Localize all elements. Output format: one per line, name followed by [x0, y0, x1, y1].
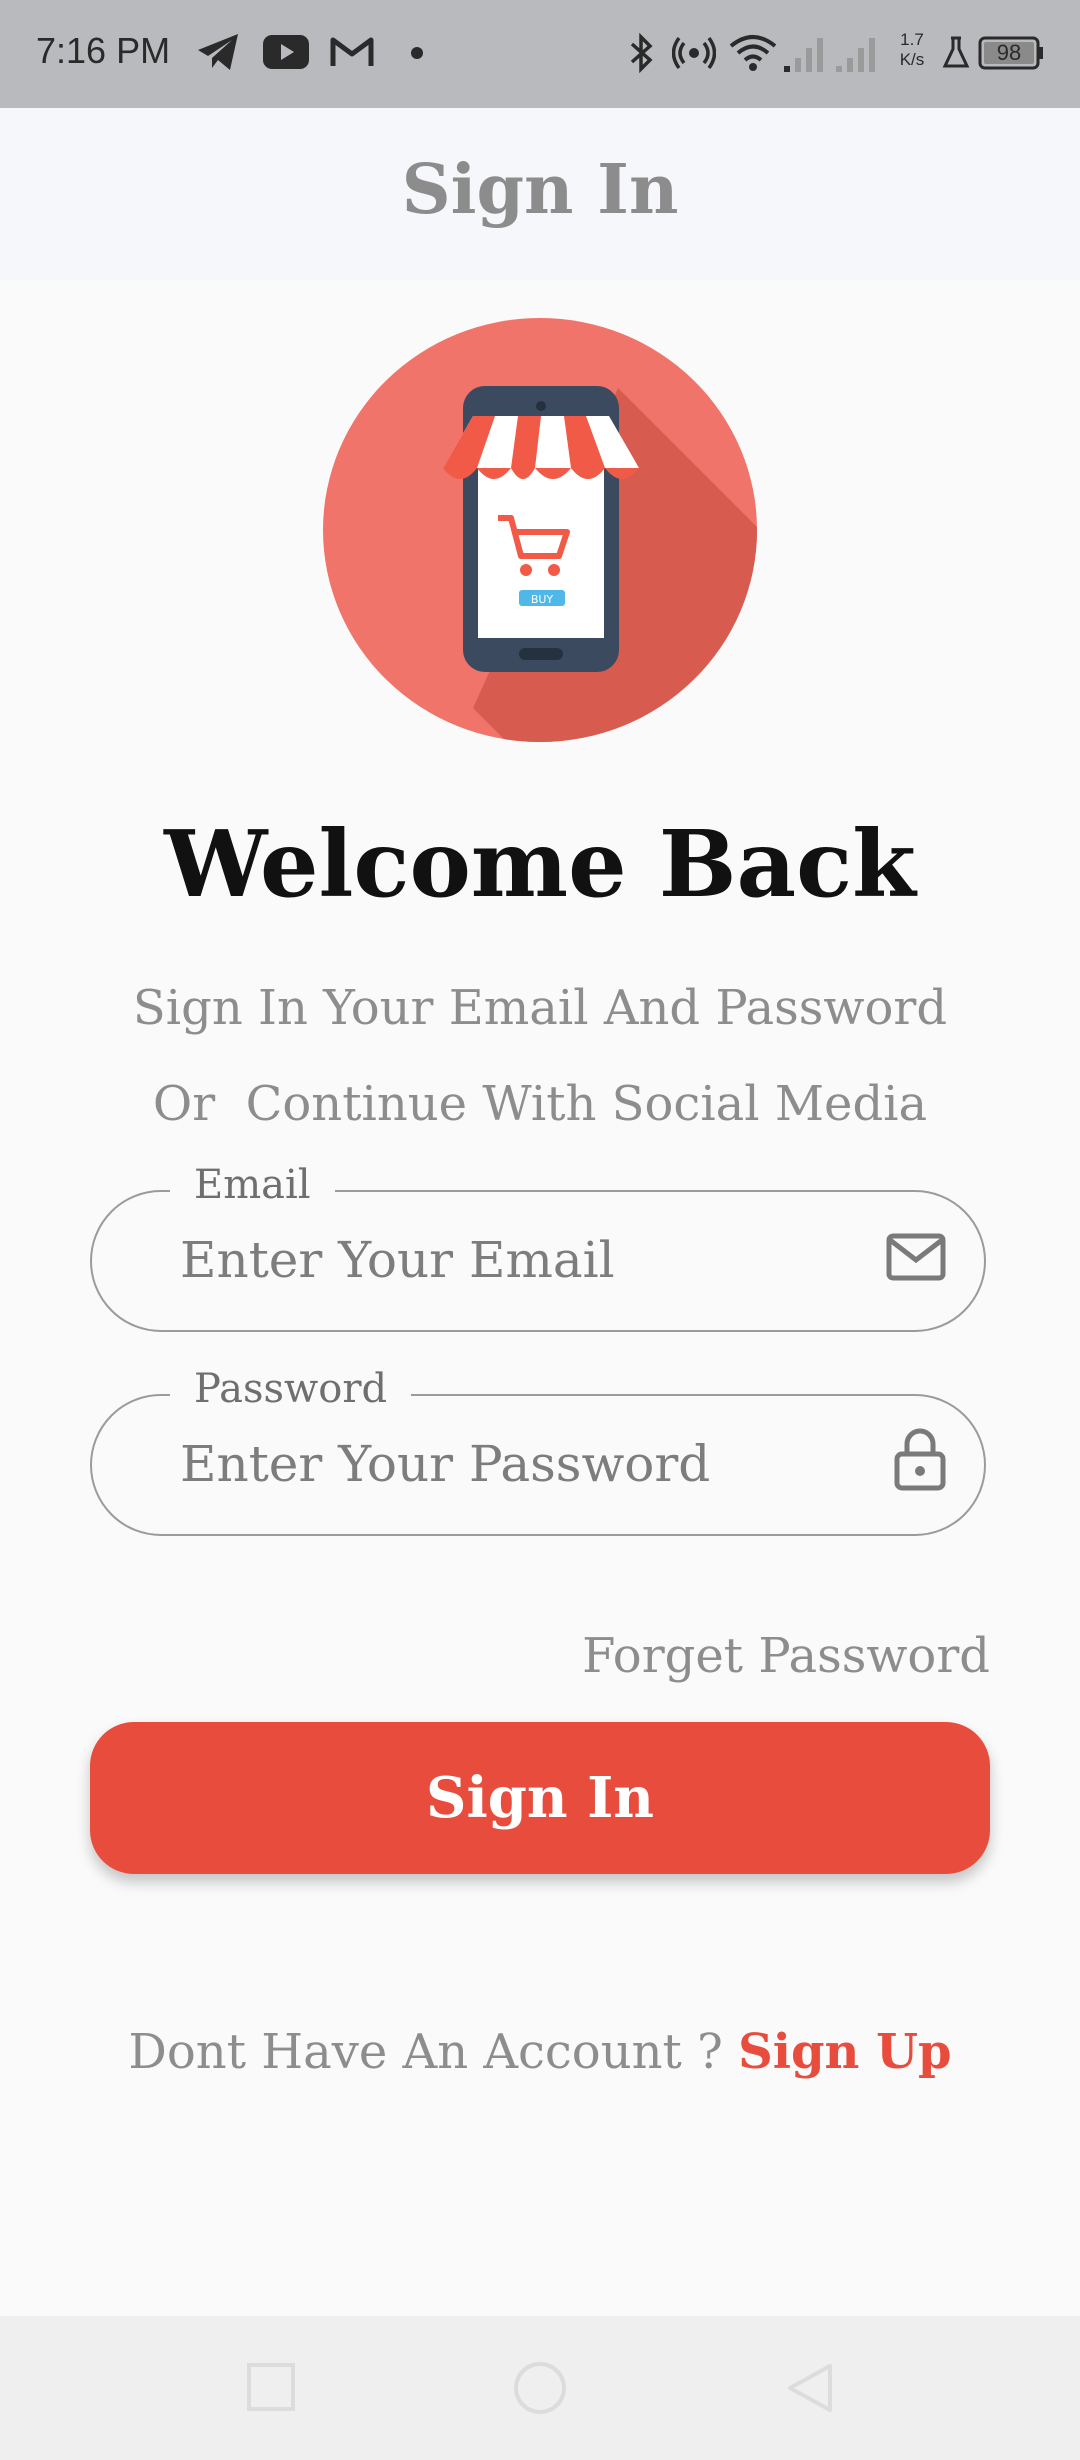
password-input[interactable] — [180, 1434, 840, 1494]
sign-up-link[interactable]: Sign Up — [738, 2024, 952, 2080]
forget-password-link[interactable]: Forget Password — [582, 1628, 990, 1684]
password-label: Password — [170, 1366, 412, 1412]
signup-prompt: Dont Have An Account ? Sign Up — [0, 2024, 1080, 2080]
wifi-icon — [728, 32, 778, 77]
net-speed: 1.7 K/s — [892, 30, 932, 70]
mail-icon — [886, 1232, 946, 1286]
welcome-subtitle-line2: Or Continue With Social Media — [152, 1076, 928, 1132]
back-icon[interactable] — [784, 2362, 834, 2418]
battery-icon: 98 — [978, 36, 1044, 75]
email-field[interactable]: Email — [90, 1162, 986, 1332]
flask-icon — [942, 36, 970, 75]
app-bar: Sign In — [0, 108, 1080, 280]
signal-icon — [782, 32, 830, 79]
welcome-subtitle-line1: Sign In Your Email And Password — [132, 980, 948, 1036]
telegram-icon — [196, 32, 242, 77]
bluetooth-icon — [628, 32, 656, 79]
net-speed-value: 1.7 — [900, 30, 924, 49]
net-speed-unit: K/s — [899, 50, 925, 69]
welcome-title: Welcome Back — [164, 810, 916, 918]
recents-icon[interactable] — [246, 2362, 296, 2416]
youtube-icon — [262, 34, 310, 75]
home-icon[interactable] — [512, 2360, 568, 2420]
status-time: 7:16 PM — [36, 30, 171, 71]
signal-icon-2 — [834, 32, 882, 79]
signup-prompt-text: Dont Have An Account ? — [128, 2024, 739, 2080]
lock-icon — [894, 1426, 946, 1496]
email-input[interactable] — [180, 1230, 840, 1290]
dot-icon — [410, 46, 424, 65]
sign-in-button[interactable]: Sign In — [90, 1722, 990, 1874]
email-label: Email — [170, 1162, 335, 1208]
status-bar: 7:16 PM 1.7 K/s 98 — [0, 0, 1080, 108]
navigation-bar — [0, 2316, 1080, 2460]
gmail-icon — [330, 36, 374, 73]
shop-phone-cart-icon: BUY — [323, 318, 757, 742]
hotspot-icon — [671, 34, 717, 77]
battery-level: 98 — [996, 40, 1022, 65]
buy-badge: BUY — [531, 593, 554, 606]
page-title: Sign In — [401, 150, 679, 230]
password-field[interactable]: Password — [90, 1366, 986, 1536]
